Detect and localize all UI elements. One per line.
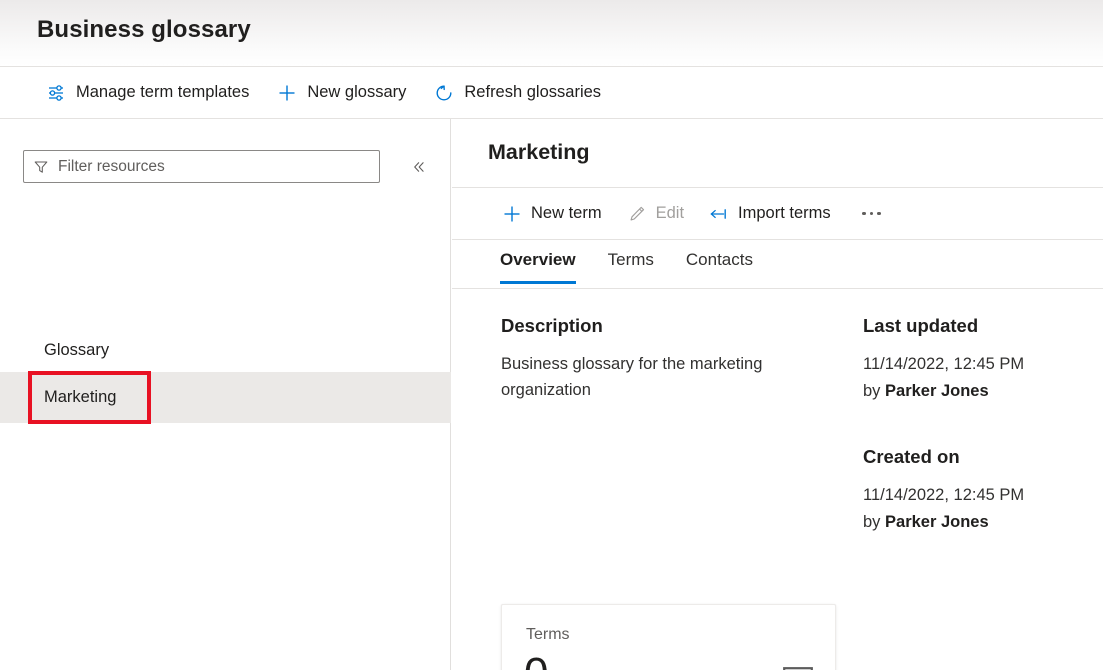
sliders-icon (46, 83, 66, 103)
last-updated-user: Parker Jones (885, 382, 989, 400)
import-arrow-icon (709, 204, 729, 224)
edit-label: Edit (656, 204, 684, 223)
page-title: Business glossary (37, 16, 251, 44)
glossary-sidebar: Glossary Marketing (0, 119, 451, 670)
plus-icon (502, 204, 522, 224)
detail-command-bar: New term Edit (452, 187, 1103, 240)
edit-button[interactable]: Edit (620, 194, 691, 234)
ellipsis-dot (877, 212, 881, 216)
funnel-icon (33, 159, 49, 175)
chevron-double-left-icon (411, 158, 427, 176)
filter-resources-input[interactable] (58, 158, 370, 176)
terms-card-label: Terms (526, 626, 570, 644)
last-updated-value: 11/14/2022, 12:45 PM by Parker Jones (863, 351, 1043, 404)
created-on-user: Parker Jones (885, 513, 989, 531)
last-updated-heading: Last updated (863, 315, 1043, 337)
new-glossary-label: New glossary (307, 83, 406, 102)
new-term-button[interactable]: New term (495, 194, 609, 234)
metadata-column: Last updated 11/14/2022, 12:45 PM by Par… (863, 315, 1043, 577)
refresh-glossaries-label: Refresh glossaries (464, 83, 601, 102)
manage-term-templates-button[interactable]: Manage term templates (38, 73, 257, 113)
description-text: Business glossary for the marketing orga… (501, 351, 801, 403)
description-column: Description Business glossary for the ma… (501, 315, 801, 403)
new-glossary-button[interactable]: New glossary (269, 73, 414, 113)
detail-panel-title: Marketing (488, 140, 590, 165)
last-updated-block: Last updated 11/14/2022, 12:45 PM by Par… (863, 315, 1043, 404)
description-heading: Description (501, 315, 801, 337)
overview-tab-content: Description Business glossary for the ma… (452, 289, 1103, 670)
more-actions-button[interactable] (853, 195, 891, 233)
plus-icon (277, 83, 297, 103)
refresh-glossaries-button[interactable]: Refresh glossaries (426, 73, 609, 113)
detail-tabs: Overview Terms Contacts (452, 240, 1103, 289)
tree-group-label-glossary: Glossary (44, 341, 109, 360)
manage-term-templates-label: Manage term templates (76, 83, 249, 102)
content-area: Glossary Marketing Marketing New term (0, 119, 1103, 670)
sidebar-item-label: Marketing (44, 388, 116, 407)
tab-contacts[interactable]: Contacts (674, 240, 765, 284)
created-on-block: Created on 11/14/2022, 12:45 PM by Parke… (863, 446, 1043, 535)
glossary-detail-panel: Marketing New term Edit (452, 119, 1103, 670)
created-on-value: 11/14/2022, 12:45 PM by Parker Jones (863, 482, 1043, 535)
collapse-sidebar-button[interactable] (405, 153, 433, 181)
global-command-bar: Manage term templates New glossary Refre… (0, 66, 1103, 119)
filter-resources-box[interactable] (23, 150, 380, 183)
new-term-label: New term (531, 204, 602, 223)
import-terms-button[interactable]: Import terms (702, 194, 838, 234)
import-terms-label: Import terms (738, 204, 831, 223)
page-header: Business glossary (0, 0, 1103, 66)
terms-card-count: 0 (524, 652, 548, 670)
tab-terms[interactable]: Terms (596, 240, 666, 284)
pencil-icon (627, 204, 647, 224)
refresh-icon (434, 83, 454, 103)
ellipsis-dot (870, 212, 874, 216)
tab-overview[interactable]: Overview (488, 240, 588, 284)
terms-stat-card: Terms 0 View terms (501, 604, 836, 670)
sidebar-item-marketing[interactable]: Marketing (0, 372, 451, 423)
created-on-heading: Created on (863, 446, 1043, 468)
ellipsis-dot (862, 212, 866, 216)
